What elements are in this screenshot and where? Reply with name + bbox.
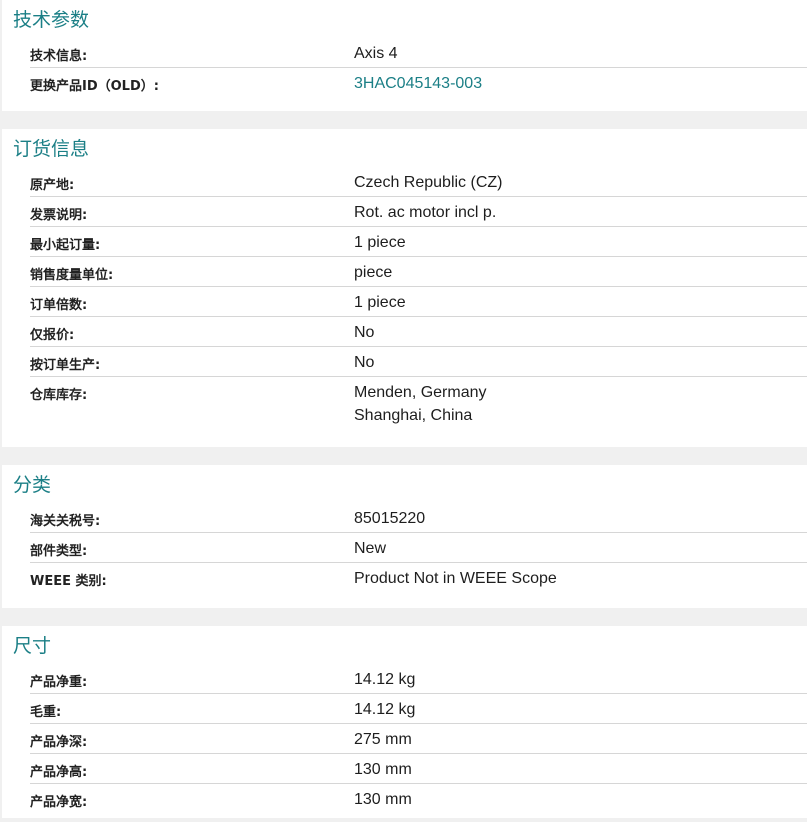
- spec-label: 仅报价:: [30, 328, 75, 343]
- spec-value: Rot. ac motor incl p.: [354, 204, 497, 221]
- replacement-product-link[interactable]: 3HAC045143-003: [354, 66, 482, 95]
- spec-row-part-type: 部件类型: New: [30, 533, 807, 563]
- spec-value: Product Not in WEEE Scope: [354, 570, 557, 587]
- spec-row-country-of-origin: 原产地: Czech Republic (CZ): [30, 167, 807, 197]
- spec-label: 产品净深:: [30, 735, 88, 750]
- spec-value: 275 mm: [354, 731, 412, 748]
- spec-value: 1 piece: [354, 294, 406, 311]
- spec-row-net-height: 产品净高: 130 mm: [30, 754, 807, 784]
- spec-value: New: [354, 540, 387, 557]
- spec-row-make-to-order: 按订单生产: No: [30, 347, 807, 377]
- spec-label: WEEE 类别:: [30, 574, 107, 589]
- spec-label: 海关关税号:: [30, 514, 101, 529]
- spec-value: 130 mm: [354, 791, 412, 808]
- spec-row-warehouse-stock: 仓库库存: Menden, Germany Shanghai, China: [30, 377, 807, 429]
- section-title: 分类: [13, 474, 52, 496]
- spec-row-net-width: 产品净宽: 130 mm: [30, 784, 807, 814]
- spec-label: 产品净重:: [30, 675, 88, 690]
- spec-row-invoice-description: 发票说明: Rot. ac motor incl p.: [30, 197, 807, 227]
- warehouse-location: Shanghai, China: [354, 407, 473, 424]
- spec-row-order-multiple: 订单倍数: 1 piece: [30, 287, 807, 317]
- section-title: 订货信息: [13, 138, 90, 160]
- spec-value: 14.12 kg: [354, 671, 416, 688]
- spec-row-gross-weight: 毛重: 14.12 kg: [30, 694, 807, 724]
- spec-label: 发票说明:: [30, 208, 88, 223]
- spec-value: 130 mm: [354, 761, 412, 778]
- spec-value: 1 piece: [354, 234, 406, 251]
- spec-value: Axis 4: [354, 45, 398, 62]
- spec-label: 最小起订量:: [30, 238, 101, 253]
- warehouse-location: Menden, Germany: [354, 384, 487, 401]
- spec-row-quote-only: 仅报价: No: [30, 317, 807, 347]
- spec-value: 14.12 kg: [354, 701, 416, 718]
- spec-value: Czech Republic (CZ): [354, 174, 503, 191]
- spec-value: No: [354, 324, 375, 341]
- spec-label: 订单倍数:: [30, 298, 88, 313]
- section-ordering-info: 订货信息 原产地: Czech Republic (CZ) 发票说明: Rot.…: [2, 129, 807, 447]
- spec-label: 部件类型:: [30, 544, 88, 559]
- spec-label: 按订单生产:: [30, 358, 101, 373]
- section-title: 技术参数: [13, 9, 90, 31]
- spec-label: 产品净宽:: [30, 795, 88, 810]
- section-title: 尺寸: [13, 635, 52, 657]
- spec-row-minimum-order: 最小起订量: 1 piece: [30, 227, 807, 257]
- spec-value: 85015220: [354, 510, 426, 527]
- spec-label: 技术信息:: [30, 49, 88, 64]
- spec-row-unit-of-measure: 销售度量单位: piece: [30, 257, 807, 287]
- spec-row-customs-tariff: 海关关税号: 85015220: [30, 503, 807, 533]
- section-classification: 分类 海关关税号: 85015220 部件类型: New WEEE 类别: Pr…: [2, 465, 807, 608]
- spec-label: 更换产品ID（OLD）:: [30, 79, 159, 94]
- spec-label: 毛重:: [30, 705, 62, 720]
- spec-label: 仓库库存:: [30, 388, 88, 403]
- spec-label: 销售度量单位:: [30, 268, 114, 283]
- spec-value-list: Menden, Germany Shanghai, China: [354, 375, 487, 427]
- section-dimensions: 尺寸 产品净重: 14.12 kg 毛重: 14.12 kg 产品净深: 275…: [2, 626, 807, 818]
- spec-value: piece: [354, 264, 393, 281]
- spec-row-net-depth: 产品净深: 275 mm: [30, 724, 807, 754]
- spec-label: 原产地:: [30, 178, 75, 193]
- spec-row-technical-info: 技术信息: Axis 4: [30, 38, 807, 68]
- spec-row-replacement-id: 更换产品ID（OLD）: 3HAC045143-003: [30, 68, 807, 98]
- spec-row-weee-category: WEEE 类别: Product Not in WEEE Scope: [30, 563, 807, 593]
- section-technical-parameters: 技术参数 技术信息: Axis 4 更换产品ID（OLD）: 3HAC04514…: [2, 0, 807, 111]
- spec-value: No: [354, 354, 375, 371]
- spec-row-net-weight: 产品净重: 14.12 kg: [30, 664, 807, 694]
- spec-label: 产品净高:: [30, 765, 88, 780]
